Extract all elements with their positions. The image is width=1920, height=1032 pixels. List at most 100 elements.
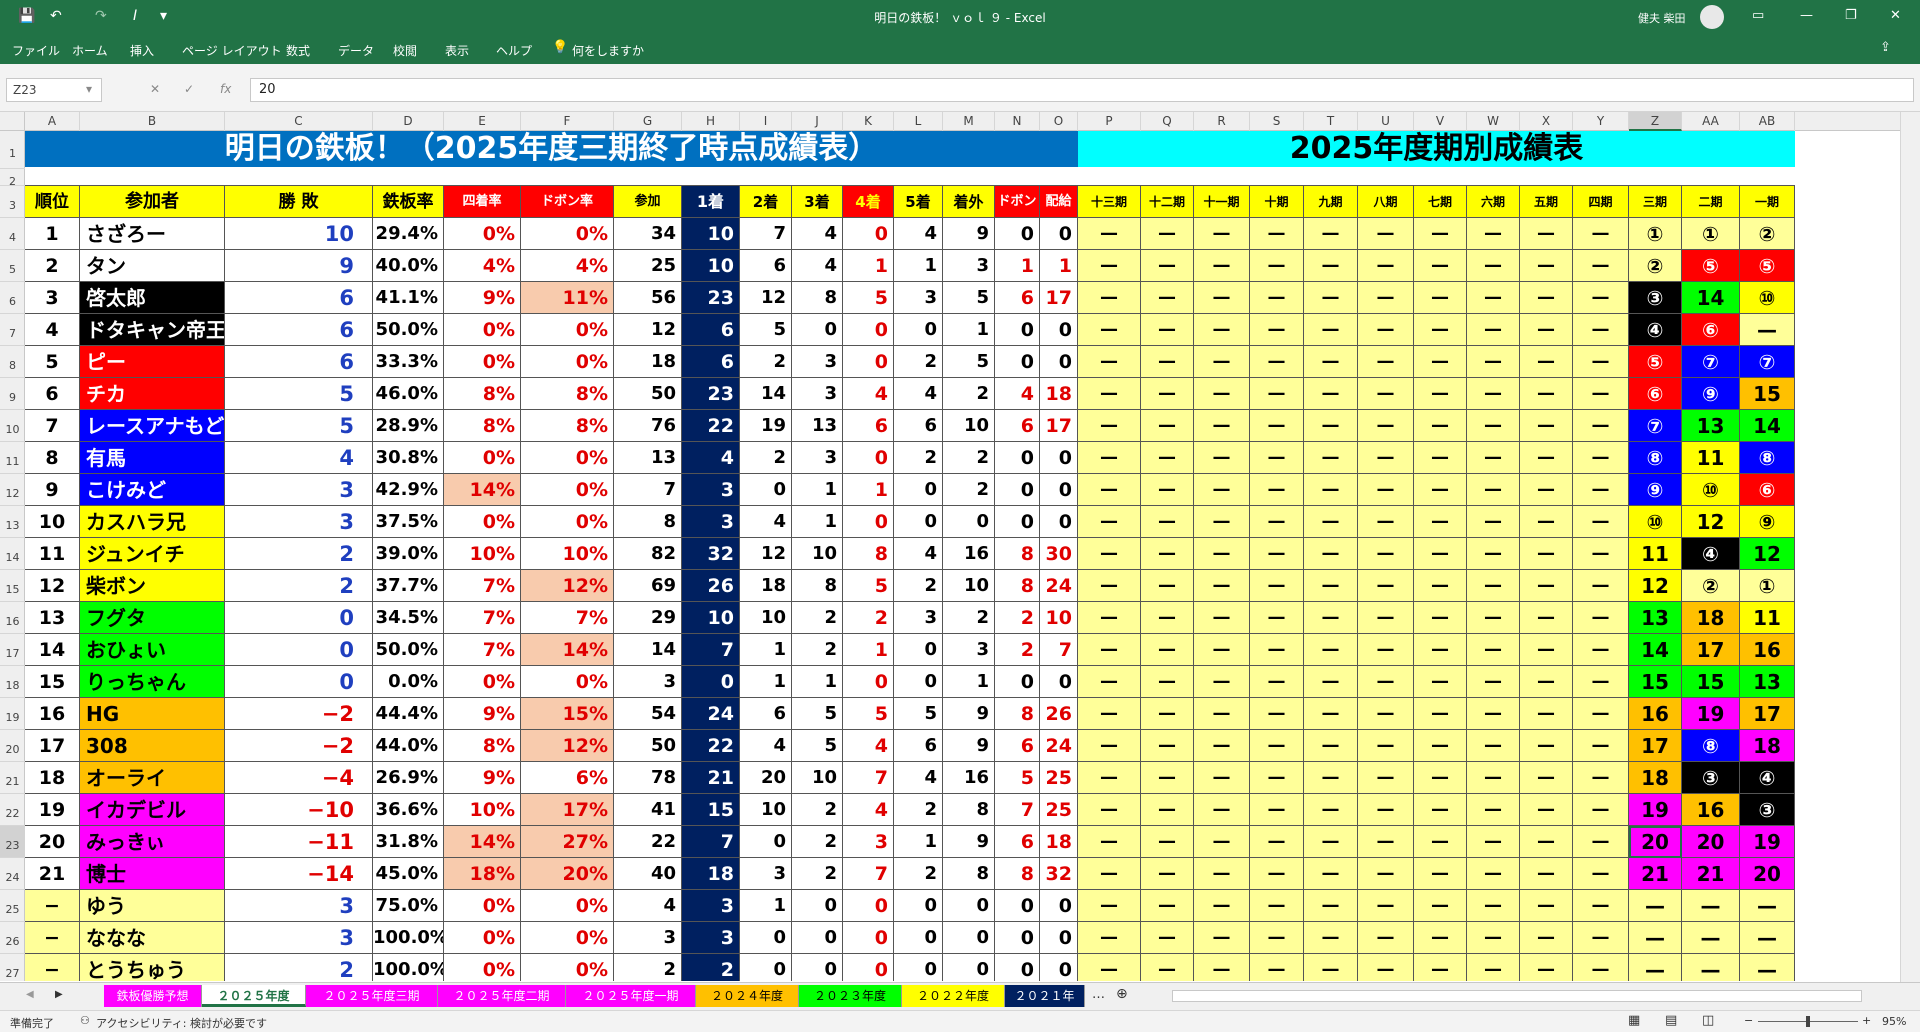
- period-dash-cell[interactable]: —: [1573, 922, 1629, 954]
- data-cell[interactable]: 0%: [521, 474, 614, 506]
- data-cell[interactable]: 0: [792, 922, 843, 954]
- data-cell[interactable]: 0: [740, 826, 792, 858]
- data-cell[interactable]: 8: [995, 858, 1040, 890]
- data-cell[interactable]: 6: [995, 282, 1040, 314]
- zoom-in-icon[interactable]: +: [1862, 1014, 1871, 1027]
- period-dash-cell[interactable]: —: [1250, 570, 1304, 602]
- period-dash-cell[interactable]: —: [1520, 858, 1573, 890]
- row-header[interactable]: 19: [0, 698, 25, 730]
- period-dash-cell[interactable]: —: [1250, 442, 1304, 474]
- data-cell[interactable]: 8: [792, 570, 843, 602]
- period-dash-cell[interactable]: —: [1250, 218, 1304, 250]
- period-dash-cell[interactable]: —: [1467, 442, 1520, 474]
- period-dash-cell[interactable]: —: [1520, 698, 1573, 730]
- row-header[interactable]: 16: [0, 602, 25, 634]
- period-dash-cell[interactable]: —: [1141, 634, 1194, 666]
- data-cell[interactable]: 15: [682, 794, 740, 826]
- column-header[interactable]: J: [792, 112, 843, 131]
- data-cell[interactable]: 6: [682, 314, 740, 346]
- period-dash-cell[interactable]: —: [1467, 378, 1520, 410]
- period-dash-cell[interactable]: —: [1573, 474, 1629, 506]
- period-rank-cell[interactable]: 14: [1682, 282, 1740, 314]
- share-icon[interactable]: ⇪: [1880, 40, 1891, 55]
- data-cell[interactable]: 0: [995, 218, 1040, 250]
- data-cell[interactable]: 9: [943, 698, 995, 730]
- data-cell[interactable]: 2: [943, 602, 995, 634]
- data-cell[interactable]: −: [25, 890, 80, 922]
- period-dash-cell[interactable]: —: [1141, 218, 1194, 250]
- column-header[interactable]: I: [740, 112, 792, 131]
- data-cell[interactable]: 2: [995, 634, 1040, 666]
- add-sheet-icon[interactable]: ⊕: [1116, 986, 1128, 1002]
- data-cell[interactable]: 0: [894, 890, 943, 922]
- period-dash-cell[interactable]: —: [1194, 410, 1250, 442]
- period-dash-cell[interactable]: —: [1141, 378, 1194, 410]
- period-rank-cell[interactable]: 17: [1740, 698, 1795, 730]
- data-cell[interactable]: 10%: [444, 794, 521, 826]
- period-dash-cell[interactable]: —: [1194, 378, 1250, 410]
- row-header[interactable]: 18: [0, 666, 25, 698]
- period-rank-cell[interactable]: 18: [1629, 762, 1682, 794]
- period-rank-cell[interactable]: ②: [1740, 218, 1795, 250]
- period-dash-cell[interactable]: —: [1078, 506, 1141, 538]
- period-rank-cell[interactable]: 20: [1740, 858, 1795, 890]
- data-cell[interactable]: 0: [1040, 442, 1078, 474]
- name-box-dropdown-icon[interactable]: ▾: [86, 82, 92, 96]
- formula-input[interactable]: 20: [250, 78, 1914, 102]
- data-cell[interactable]: 4: [894, 378, 943, 410]
- period-dash-cell[interactable]: —: [1358, 634, 1414, 666]
- column-header[interactable]: AB: [1740, 112, 1795, 131]
- column-header[interactable]: G: [614, 112, 682, 131]
- period-dash-cell[interactable]: —: [1304, 826, 1358, 858]
- data-cell[interactable]: 0: [894, 922, 943, 954]
- period-dash-cell[interactable]: —: [1078, 218, 1141, 250]
- data-cell[interactable]: 6: [894, 730, 943, 762]
- data-cell[interactable]: 6: [894, 410, 943, 442]
- period-rank-cell[interactable]: 15: [1629, 666, 1682, 698]
- period-dash-cell[interactable]: —: [1573, 602, 1629, 634]
- period-rank-cell[interactable]: —: [1740, 954, 1795, 981]
- period-rank-cell[interactable]: 11: [1682, 442, 1740, 474]
- period-dash-cell[interactable]: —: [1414, 794, 1467, 826]
- period-dash-cell[interactable]: —: [1304, 506, 1358, 538]
- page-break-icon[interactable]: ◫: [1702, 1013, 1714, 1028]
- data-cell[interactable]: 12%: [521, 730, 614, 762]
- period-dash-cell[interactable]: —: [1573, 410, 1629, 442]
- horizontal-scrollbar[interactable]: [1172, 990, 1862, 1002]
- data-cell[interactable]: 0: [1040, 666, 1078, 698]
- data-cell[interactable]: 10: [682, 250, 740, 282]
- period-dash-cell[interactable]: —: [1078, 698, 1141, 730]
- data-cell[interactable]: 76: [614, 410, 682, 442]
- data-cell[interactable]: チカ: [80, 378, 225, 410]
- period-dash-cell[interactable]: —: [1304, 442, 1358, 474]
- data-cell[interactable]: ピー: [80, 346, 225, 378]
- data-cell[interactable]: 10: [792, 538, 843, 570]
- data-cell[interactable]: 6: [843, 410, 894, 442]
- sheet-tab[interactable]: ２０２３年度: [799, 985, 902, 1007]
- data-cell[interactable]: こけみど: [80, 474, 225, 506]
- data-cell[interactable]: 6: [740, 698, 792, 730]
- period-dash-cell[interactable]: —: [1141, 506, 1194, 538]
- period-dash-cell[interactable]: —: [1250, 666, 1304, 698]
- period-rank-cell[interactable]: 16: [1682, 794, 1740, 826]
- spreadsheet-grid[interactable]: 明日の鉄板！（2025年度三期終了時点成績表） 2025年度期別成績表 順位 参加者勝…: [25, 131, 1900, 981]
- period-dash-cell[interactable]: —: [1194, 890, 1250, 922]
- column-header[interactable]: U: [1358, 112, 1414, 131]
- period-dash-cell[interactable]: —: [1573, 730, 1629, 762]
- period-dash-cell[interactable]: —: [1520, 442, 1573, 474]
- data-cell[interactable]: 46.0%: [373, 378, 444, 410]
- data-cell[interactable]: 0%: [521, 346, 614, 378]
- data-cell[interactable]: 7: [995, 794, 1040, 826]
- data-cell[interactable]: 2: [740, 442, 792, 474]
- data-cell[interactable]: カスハラ兄: [80, 506, 225, 538]
- period-dash-cell[interactable]: —: [1078, 346, 1141, 378]
- data-cell[interactable]: 0%: [521, 666, 614, 698]
- row-header[interactable]: 1: [0, 131, 25, 169]
- close-icon[interactable]: ✕: [1890, 8, 1901, 23]
- data-cell[interactable]: 32: [682, 538, 740, 570]
- period-dash-cell[interactable]: —: [1078, 378, 1141, 410]
- data-cell[interactable]: 37.7%: [373, 570, 444, 602]
- data-cell[interactable]: オーライ: [80, 762, 225, 794]
- data-cell[interactable]: 0: [995, 666, 1040, 698]
- period-dash-cell[interactable]: —: [1467, 698, 1520, 730]
